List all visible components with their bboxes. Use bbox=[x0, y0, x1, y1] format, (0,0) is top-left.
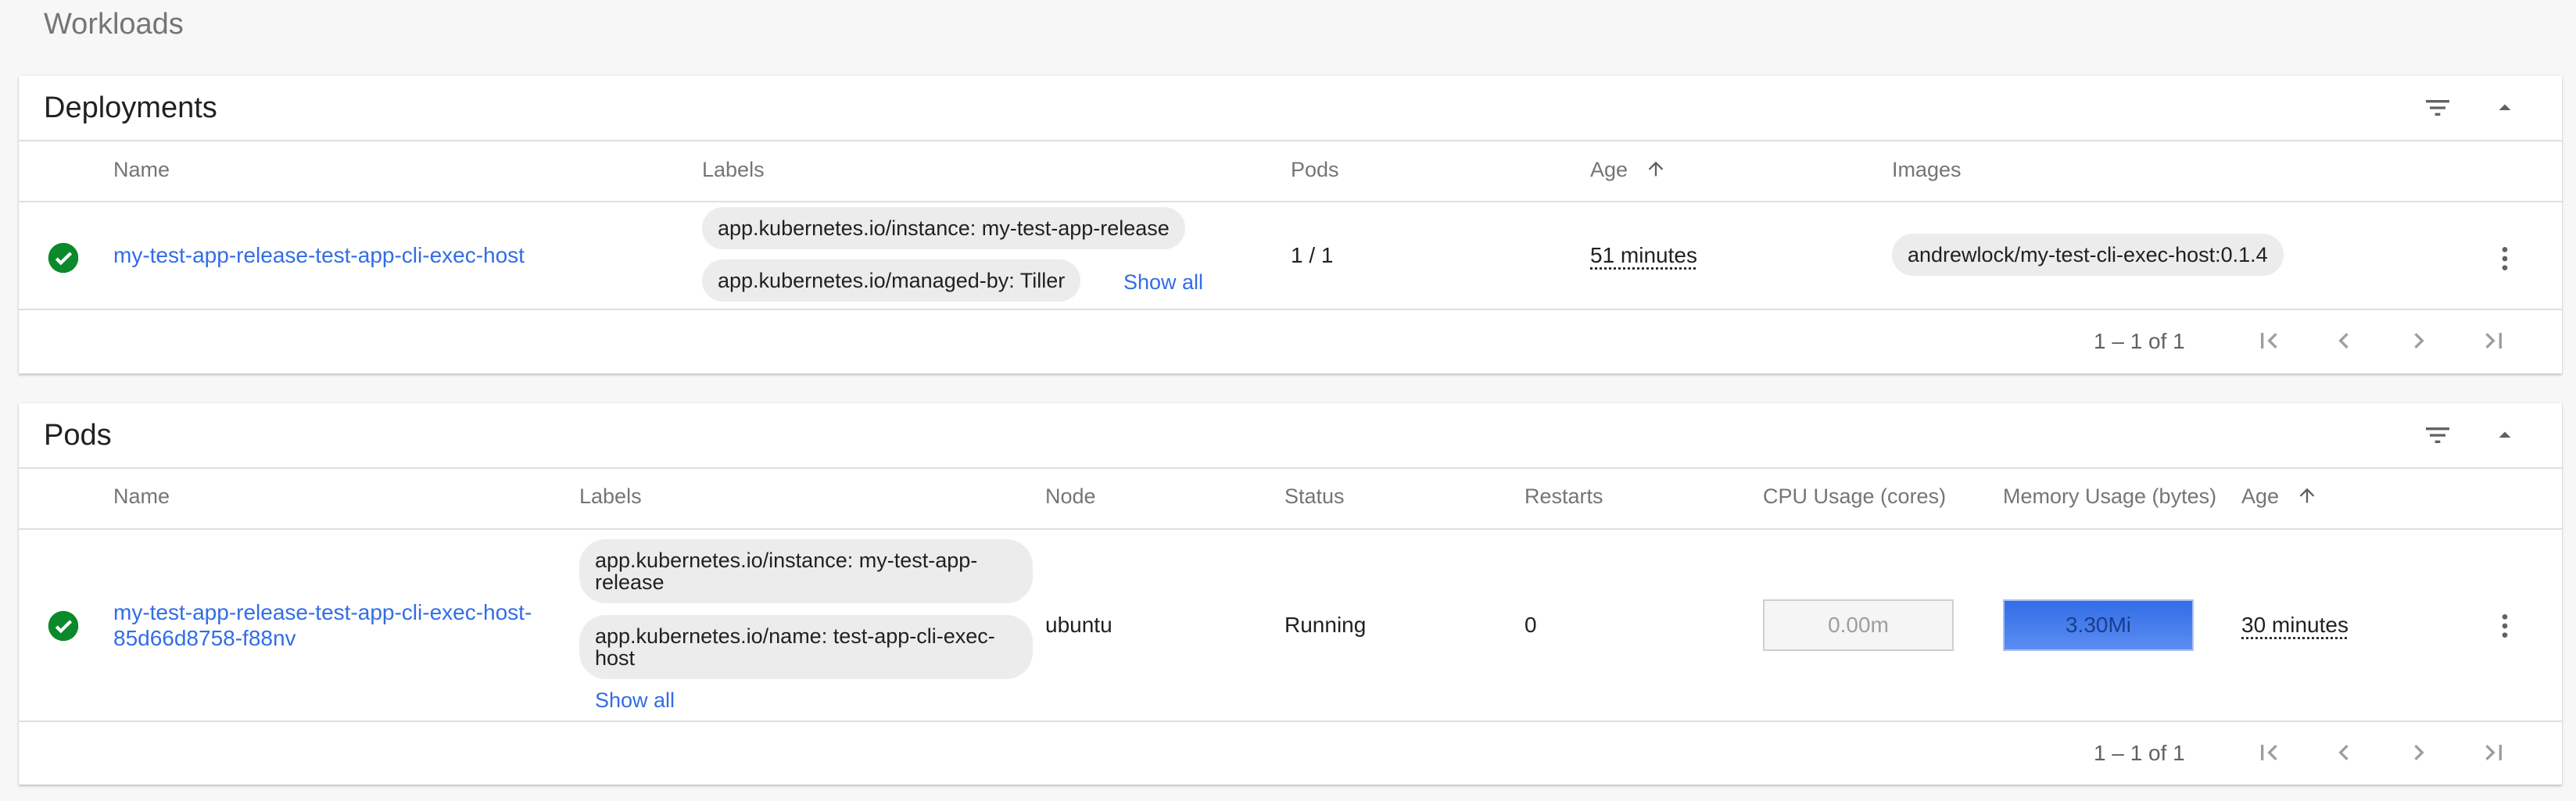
cpu-usage-sparkline: 0.00m bbox=[1763, 599, 1954, 651]
col-age[interactable]: Age bbox=[2241, 485, 2318, 509]
label-chip: app.kubernetes.io/name: test-app-cli-exe… bbox=[579, 615, 1033, 679]
last-page-icon[interactable] bbox=[2477, 324, 2511, 358]
filter-icon[interactable] bbox=[2420, 418, 2455, 452]
status-value: Running bbox=[1284, 613, 1367, 637]
page-title: Workloads bbox=[44, 8, 184, 41]
label-chip: app.kubernetes.io/instance: my-test-app-… bbox=[579, 539, 1033, 603]
pagination-range: 1 – 1 of 1 bbox=[2094, 741, 2185, 765]
pods-count: 1 / 1 bbox=[1291, 243, 1334, 267]
col-labels: Labels bbox=[579, 485, 642, 508]
collapse-icon[interactable] bbox=[2488, 418, 2522, 452]
deployment-name-link[interactable]: my-test-app-release-test-app-cli-exec-ho… bbox=[113, 243, 525, 268]
cpu-usage-value: 0.00m bbox=[1828, 613, 1889, 637]
prev-page-icon[interactable] bbox=[2327, 735, 2361, 770]
col-restarts: Restarts bbox=[1524, 485, 1603, 508]
next-page-icon[interactable] bbox=[2402, 735, 2436, 770]
next-page-icon[interactable] bbox=[2402, 324, 2436, 358]
show-all-link[interactable]: Show all bbox=[1123, 270, 1203, 295]
col-memory: Memory Usage (bytes) bbox=[2003, 485, 2217, 508]
check-circle-icon bbox=[48, 242, 79, 274]
collapse-icon[interactable] bbox=[2488, 91, 2522, 125]
col-name: Name bbox=[113, 158, 170, 181]
pagination-range: 1 – 1 of 1 bbox=[2094, 329, 2185, 353]
filter-icon[interactable] bbox=[2420, 91, 2455, 125]
col-cpu: CPU Usage (cores) bbox=[1763, 485, 1947, 508]
memory-usage-value: 3.30Mi bbox=[2065, 613, 2132, 637]
label-chip: app.kubernetes.io/instance: my-test-app-… bbox=[702, 207, 1185, 249]
pods-title: Pods bbox=[44, 419, 112, 452]
col-labels: Labels bbox=[702, 158, 765, 181]
age-value: 30 minutes bbox=[2241, 613, 2348, 637]
memory-usage-sparkline: 3.30Mi bbox=[2003, 599, 2194, 651]
col-name: Name bbox=[113, 485, 170, 508]
node-value: ubuntu bbox=[1045, 613, 1112, 637]
col-status: Status bbox=[1284, 485, 1345, 508]
deployments-card: Deployments Name Labels Pods Age Images … bbox=[19, 76, 2562, 374]
more-vert-icon[interactable] bbox=[2488, 241, 2522, 276]
prev-page-icon[interactable] bbox=[2327, 324, 2361, 358]
check-circle-icon bbox=[48, 610, 79, 642]
restarts-value: 0 bbox=[1524, 613, 1537, 637]
label-chip: app.kubernetes.io/managed-by: Tiller bbox=[702, 259, 1081, 302]
sort-arrow-up-icon[interactable] bbox=[2296, 485, 2318, 506]
first-page-icon[interactable] bbox=[2252, 735, 2286, 770]
sort-arrow-up-icon[interactable] bbox=[1645, 158, 1667, 180]
first-page-icon[interactable] bbox=[2252, 324, 2286, 358]
age-value: 51 minutes bbox=[1590, 243, 1697, 267]
last-page-icon[interactable] bbox=[2477, 735, 2511, 770]
show-all-link[interactable]: Show all bbox=[595, 688, 675, 713]
image-chip: andrewlock/my-test-cli-exec-host:0.1.4 bbox=[1892, 234, 2284, 276]
more-vert-icon[interactable] bbox=[2488, 609, 2522, 643]
col-node: Node bbox=[1045, 485, 1096, 508]
pods-header: Pods bbox=[19, 403, 2562, 469]
pod-name-link[interactable]: my-test-app-release-test-app-cli-exec-ho… bbox=[113, 599, 551, 651]
deployments-title: Deployments bbox=[44, 91, 217, 124]
col-age[interactable]: Age bbox=[1590, 158, 1667, 182]
col-images: Images bbox=[1892, 158, 1962, 181]
pods-card: Pods Name Labels Node Status Restarts CP… bbox=[19, 403, 2562, 785]
col-age-label: Age bbox=[2241, 485, 2280, 508]
col-pods: Pods bbox=[1291, 158, 1339, 181]
col-age-label: Age bbox=[1590, 158, 1628, 181]
deployments-header: Deployments bbox=[19, 76, 2562, 141]
